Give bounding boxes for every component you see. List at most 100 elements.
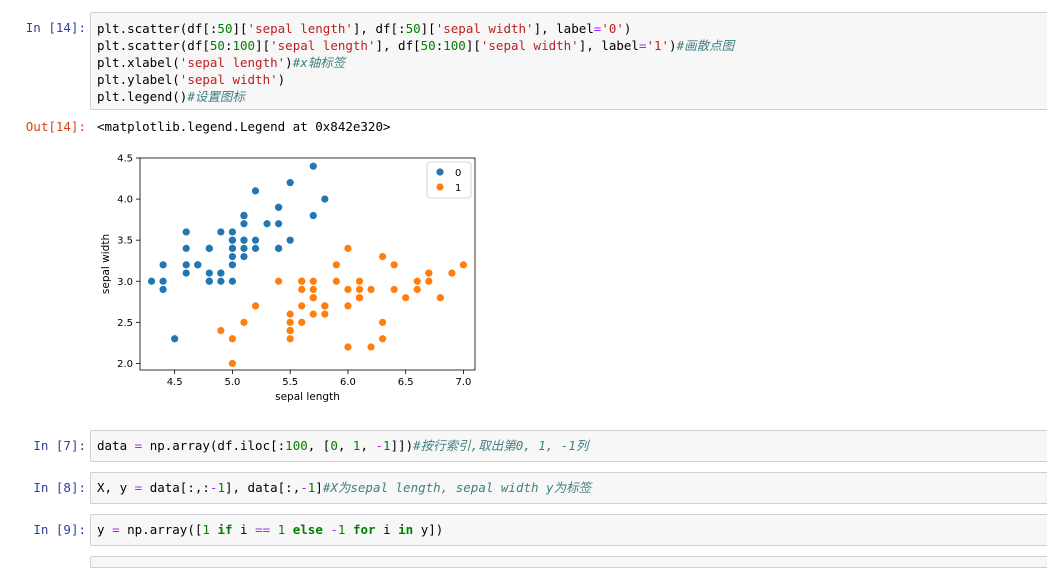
code-token: 50 [420,38,436,53]
legend-marker-0 [436,168,444,176]
code-token: 'sepal length' [270,38,376,53]
code-token: ) [669,38,677,53]
code-token: ) [285,55,293,70]
data-point-series-1 [390,285,398,294]
data-point-series-0 [194,261,202,269]
data-point-series-1 [355,277,364,285]
code-token: , [ [307,438,331,453]
data-point-series-0 [309,162,317,170]
data-point-series-0 [228,253,237,261]
data-point-series-1 [378,335,387,343]
data-point-series-1 [321,310,329,318]
code-token: plt.legend() [97,89,188,104]
plot-area [140,158,475,370]
y-axis-label: sepal width [100,234,112,294]
data-point-series-1 [448,269,456,277]
data-point-series-0 [240,211,248,220]
data-point-series-0 [228,228,237,236]
code-token: 'sepal length' [247,21,353,36]
data-point-series-1 [298,285,306,294]
data-point-series-1 [413,277,421,285]
code-token: 100 [285,438,308,453]
data-point-series-0 [309,211,317,220]
code-token: in [398,522,414,537]
code-token: X, y [97,480,135,495]
code-token: ], data[:, [224,480,301,495]
data-point-series-1 [275,277,283,285]
x-tick-label: 6.5 [398,377,414,388]
data-point-series-0 [251,187,260,195]
code-token: ], label [578,38,639,53]
code-token: 50 [405,21,421,36]
code-token: 1 [217,480,225,495]
data-point-series-1 [309,277,317,285]
data-point-series-1 [286,318,294,326]
code-line: plt.scatter(df[50:100]['sepal length'], … [97,37,734,54]
code-token: ][ [255,38,271,53]
code-token: - [330,522,338,537]
data-point-series-1 [344,343,352,351]
data-point-series-1 [378,253,387,261]
data-point-series-1 [309,294,317,302]
data-point-series-0 [228,244,237,252]
data-point-series-0 [217,269,225,277]
data-point-series-1 [402,294,410,302]
data-point-series-1 [228,335,237,343]
data-point-series-1 [286,326,294,335]
code-token: 'sepal length' [179,55,286,70]
code-token: 'sepal width' [435,21,534,36]
code-cell-next[interactable] [0,556,1047,568]
data-point-series-1 [240,318,248,326]
data-point-series-1 [425,269,433,277]
code-input-area[interactable]: plt.scatter(df[:50]['sepal length'], df[… [90,12,1047,110]
data-point-series-0 [275,244,283,252]
data-point-series-1 [459,261,468,269]
data-point-series-0 [217,228,225,236]
code-token: 'sepal width' [179,72,278,87]
output-text: <matplotlib.legend.Legend at 0x842e320> [97,119,391,134]
y-tick-label: 3.5 [117,236,133,247]
code-line: X, y = data[:,:-1], data[:,-1]#X为sepal l… [97,479,591,496]
code-token: #X为sepal length, sepal width y为标签 [322,480,592,495]
code-token: 0 [330,438,338,453]
code-token: else [292,522,323,537]
x-tick-label: 4.5 [167,377,183,388]
code-token: plt.ylabel( [97,72,180,87]
data-point-series-0 [159,261,167,269]
code-token: y]) [413,522,444,537]
code-input-area[interactable]: X, y = data[:,:-1], data[:,-1]#X为sepal l… [90,472,1047,504]
code-input-area[interactable]: data = np.array(df.iloc[:100, [0, 1, -1]… [90,430,1047,462]
code-cell-7[interactable]: In [7]: data = np.array(df.iloc[:100, [0… [0,430,1047,462]
code-token: #按行索引,取出第0, 1, -1列 [413,438,589,453]
data-point-series-1 [217,326,225,335]
code-token: 1 [383,438,391,453]
code-line: plt.scatter(df[:50]['sepal length'], df[… [97,20,631,37]
input-prompt: In [14]: [25,20,86,35]
x-tick-label: 7.0 [455,377,471,388]
data-point-series-0 [240,244,248,252]
legend-box [426,161,472,199]
data-point-series-1 [344,302,352,310]
code-cell-8[interactable]: In [8]: X, y = data[:,:-1], data[:,-1]#X… [0,472,1047,504]
data-point-series-1 [425,277,433,285]
code-token: ][ [232,21,248,36]
data-point-series-0 [182,261,190,269]
data-point-series-1 [367,343,375,351]
code-cell-14[interactable]: In [14]: plt.scatter(df[:50]['sepal leng… [0,12,1047,412]
data-point-series-1 [367,285,375,294]
data-point-series-0 [321,195,329,203]
code-input-area[interactable] [90,556,1047,568]
data-point-series-0 [228,261,237,269]
code-token: 'sepal width' [480,38,579,53]
data-point-series-1 [309,285,317,294]
code-input-area[interactable]: y = np.array([1 if i == 1 else -1 for i … [90,514,1047,546]
data-point-series-1 [298,318,306,326]
code-token: = [112,522,120,537]
code-cell-9[interactable]: In [9]: y = np.array([1 if i == 1 else -… [0,514,1047,546]
code-token: ][ [420,21,436,36]
code-token: ], label [533,21,594,36]
code-line: plt.legend()#设置图标 [97,88,245,105]
data-point-series-1 [286,310,294,318]
